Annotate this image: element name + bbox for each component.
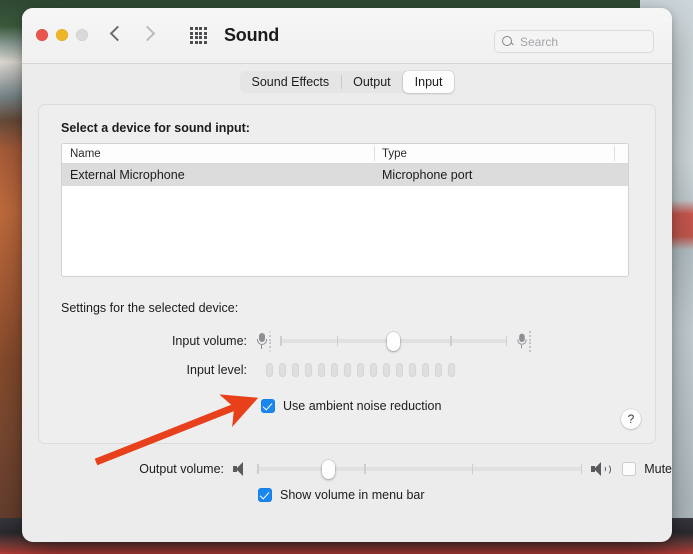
- input-level-segment: [292, 363, 299, 377]
- settings-panel: Select a device for sound input: Name Ty…: [38, 104, 656, 444]
- input-level-segment: [331, 363, 338, 377]
- output-volume-slider[interactable]: [257, 460, 583, 479]
- input-volume-label: Input volume:: [171, 334, 247, 349]
- slider-tick: [450, 336, 452, 347]
- show-all-grid-icon[interactable]: [190, 27, 207, 44]
- close-button[interactable]: [36, 29, 48, 41]
- traffic-lights: [36, 29, 88, 41]
- input-level-label: Input level:: [186, 363, 247, 377]
- input-level-segment: [370, 363, 377, 377]
- column-header-name[interactable]: Name: [62, 144, 374, 163]
- checkbox-label: Show volume in menu bar: [280, 488, 425, 502]
- table-row[interactable]: External Microphone Microphone port: [62, 164, 628, 186]
- input-level-segment: [357, 363, 364, 377]
- column-header-type[interactable]: Type: [374, 144, 614, 163]
- slider-tick: [336, 336, 339, 347]
- minimize-button[interactable]: [56, 29, 68, 41]
- input-level-segment: [409, 363, 416, 377]
- mic-level-dots-left: [269, 331, 271, 352]
- device-type-cell: Microphone port: [382, 168, 473, 182]
- tab-sound-effects[interactable]: Sound Effects: [240, 71, 342, 93]
- microphone-icon-left: [256, 332, 267, 350]
- checkbox-indicator[interactable]: [258, 488, 272, 502]
- slider-endcap-right: [505, 336, 507, 347]
- output-volume-row: Output volume: Mute: [22, 460, 672, 479]
- slider-endcap-left: [257, 464, 259, 474]
- input-level-segment: [396, 363, 403, 377]
- slider-endcap-right: [580, 464, 583, 474]
- zoom-button: [76, 29, 88, 41]
- forward-chevron-icon: [140, 24, 152, 45]
- table-header-row: Name Type: [62, 144, 628, 164]
- search-field[interactable]: [494, 30, 654, 53]
- tab-output[interactable]: Output: [341, 71, 403, 93]
- input-level-segment: [344, 363, 351, 377]
- microphone-icon-right: [516, 333, 527, 350]
- slider-endcap-left: [280, 336, 282, 347]
- input-volume-knob[interactable]: [387, 332, 400, 352]
- show-volume-in-menu-bar-checkbox[interactable]: Show volume in menu bar: [258, 488, 672, 502]
- page-title: Sound: [224, 25, 279, 45]
- output-volume-knob[interactable]: [322, 460, 336, 479]
- input-level-segment: [435, 363, 442, 377]
- settings-section-heading: Settings for the selected device:: [61, 301, 239, 315]
- search-icon: [502, 35, 514, 48]
- use-ambient-noise-reduction-checkbox[interactable]: Use ambient noise reduction: [261, 399, 441, 413]
- slider-tick: [364, 464, 366, 474]
- input-level-segment: [266, 363, 273, 377]
- input-level-segment: [318, 363, 325, 377]
- mute-checkbox[interactable]: Mute: [622, 462, 672, 476]
- checkbox-indicator[interactable]: [261, 399, 275, 413]
- tab-bar-container: Sound Effects Output Input: [22, 64, 672, 100]
- mic-level-dots-right: [529, 331, 531, 352]
- back-chevron-icon[interactable]: [110, 24, 122, 45]
- input-level-segment: [279, 363, 286, 377]
- tab-bar: Sound Effects Output Input: [239, 71, 455, 93]
- input-level-segment: [448, 363, 455, 377]
- output-volume-label: Output volume:: [139, 462, 224, 476]
- speaker-mute-icon: [233, 462, 248, 476]
- tab-input[interactable]: Input: [402, 71, 455, 93]
- device-name-cell: External Microphone: [70, 168, 185, 182]
- sound-preferences-window: Sound Sound Effects Output Input Select …: [22, 8, 672, 542]
- input-volume-row: Input volume:: [61, 331, 531, 352]
- navigation-controls: [110, 24, 207, 45]
- search-input[interactable]: [520, 34, 640, 49]
- input-level-segment: [305, 363, 312, 377]
- checkbox-label: Use ambient noise reduction: [283, 399, 442, 413]
- output-controls: Output volume: Mute Show volume in menu …: [22, 460, 672, 502]
- input-level-segment: [422, 363, 429, 377]
- input-level-meter: [266, 363, 455, 377]
- slider-tick: [471, 464, 474, 474]
- checkbox-label: Mute: [644, 462, 672, 476]
- speaker-wave-icon: [591, 462, 612, 476]
- screen: Sound Sound Effects Output Input Select …: [0, 0, 693, 554]
- input-volume-slider[interactable]: [280, 332, 507, 352]
- device-section-heading: Select a device for sound input:: [61, 121, 250, 135]
- help-button[interactable]: ?: [621, 409, 641, 429]
- slider-track: [257, 467, 583, 471]
- input-device-table[interactable]: Name Type External Microphone Microphone…: [61, 143, 629, 277]
- input-level-segment: [383, 363, 390, 377]
- window-titlebar: Sound: [22, 8, 672, 64]
- input-level-row: Input level:: [61, 363, 531, 377]
- checkbox-indicator[interactable]: [622, 462, 637, 476]
- column-header-spacer: [614, 144, 628, 163]
